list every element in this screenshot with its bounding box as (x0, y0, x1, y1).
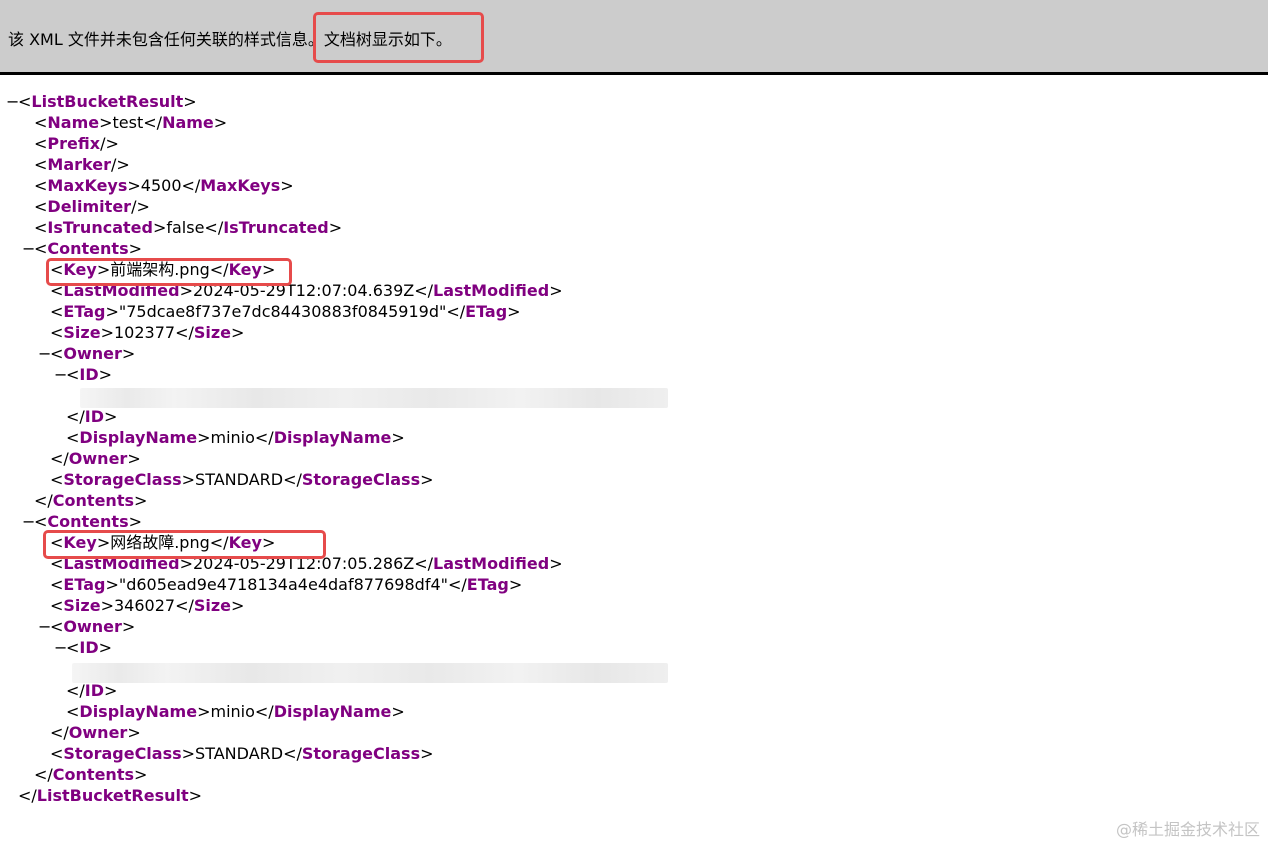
xml-id-open: −<ID> (54, 364, 113, 385)
highlight-box-key-1 (46, 258, 292, 286)
highlight-box-key-2 (43, 530, 326, 559)
storageclass-value: STANDARD (195, 744, 284, 763)
xml-tag: Contents (47, 239, 129, 258)
xml-id-open: −<ID> (54, 637, 113, 658)
xml-tag: Size (63, 596, 101, 615)
xml-tag: Owner (68, 449, 128, 468)
xml-tag: ID (79, 638, 99, 657)
xml-tag: Delimiter (47, 197, 132, 216)
xml-storageclass-line: <StorageClass>STANDARD</StorageClass> (50, 744, 434, 763)
xml-tag: Size (193, 323, 232, 342)
xml-tag: ETag (63, 302, 106, 321)
xml-tag: DisplayName (79, 702, 198, 721)
maxkeys-value: 4500 (140, 176, 182, 195)
xml-tag: ID (84, 681, 105, 700)
xml-delimiter-line: <Delimiter/> (34, 197, 150, 216)
redacted-id-value (80, 388, 668, 408)
istruncated-value: false (166, 218, 205, 237)
collapse-toggle[interactable]: − (22, 238, 35, 259)
xml-tag: Name (162, 113, 214, 132)
xml-etag-line: <ETag>"75dcae8f737e7dc84430883f0845919d"… (50, 302, 521, 321)
xml-tag: DisplayName (273, 702, 392, 721)
xml-contents-close: </Contents> (34, 491, 148, 510)
xml-maxkeys-line: <MaxKeys>4500</MaxKeys> (34, 176, 294, 195)
displayname-value: minio (210, 428, 255, 447)
xml-tag: StorageClass (301, 470, 421, 489)
xml-tag: LastModified (433, 554, 550, 573)
xml-name-line: <Name>test</Name> (34, 113, 228, 132)
collapse-toggle[interactable]: − (38, 343, 51, 364)
xml-istruncated-line: <IsTruncated>false</IsTruncated> (34, 218, 343, 237)
xml-tag: Owner (68, 723, 128, 742)
collapse-toggle[interactable]: − (38, 616, 51, 637)
xml-tag: MaxKeys (200, 176, 281, 195)
xml-storageclass-line: <StorageClass>STANDARD</StorageClass> (50, 470, 434, 489)
displayname-value: minio (210, 702, 255, 721)
xml-contents-close: </Contents> (34, 765, 148, 784)
xml-tag: ETag (63, 575, 106, 594)
collapse-toggle[interactable]: − (54, 637, 67, 658)
size-value: 346027 (113, 596, 176, 615)
xml-owner-open: −<Owner> (38, 616, 136, 637)
collapse-toggle[interactable]: − (54, 364, 67, 385)
storageclass-value: STANDARD (195, 470, 284, 489)
size-value: 102377 (113, 323, 176, 342)
xml-tag: ID (79, 365, 99, 384)
xml-tag: Size (193, 596, 232, 615)
xml-displayname-line: <DisplayName>minio</DisplayName> (66, 428, 405, 447)
xml-contents-open: −<Contents> (22, 511, 142, 532)
xml-tag: Contents (52, 491, 134, 510)
redacted-id-value (72, 663, 668, 683)
xml-tag: StorageClass (63, 744, 182, 763)
xml-tag: Name (47, 113, 100, 132)
xml-tag: StorageClass (301, 744, 421, 763)
xml-displayname-line: <DisplayName>minio</DisplayName> (66, 702, 405, 721)
xml-root-open: −<ListBucketResult> (6, 91, 197, 112)
highlight-box-document-tree (313, 12, 484, 63)
style-info-text: 该 XML 文件并未包含任何关联的样式信息。 (8, 30, 324, 49)
xml-tag: ListBucketResult (31, 92, 184, 111)
xml-tag: LastModified (433, 281, 550, 300)
xml-tag: ETag (466, 575, 509, 594)
xml-tag: ETag (465, 302, 508, 321)
xml-owner-open: −<Owner> (38, 343, 136, 364)
collapse-toggle[interactable]: − (22, 511, 35, 532)
xml-tag: DisplayName (79, 428, 198, 447)
xml-tag: Marker (47, 155, 111, 174)
xml-id-close: </ID> (66, 407, 118, 426)
xml-tag: IsTruncated (47, 218, 153, 237)
xml-tag: IsTruncated (223, 218, 329, 237)
xml-prefix-line: <Prefix/> (34, 134, 119, 153)
etag-value: "d605ead9e4718134a4e4daf877698df4" (118, 575, 448, 594)
xml-id-close: </ID> (66, 681, 118, 700)
xml-tag: Contents (47, 512, 129, 531)
xml-owner-close: </Owner> (50, 449, 141, 468)
xml-size-line: <Size>346027</Size> (50, 596, 245, 615)
xml-contents-open: −<Contents> (22, 238, 142, 259)
xml-style-info-bar: 该 XML 文件并未包含任何关联的样式信息。文档树显示如下。 (0, 0, 1268, 75)
xml-tag: DisplayName (273, 428, 392, 447)
xml-tag: Prefix (47, 134, 101, 153)
etag-value: "75dcae8f737e7dc84430883f0845919d" (118, 302, 447, 321)
xml-tag: Size (63, 323, 101, 342)
xml-owner-close: </Owner> (50, 723, 141, 742)
xml-tag: StorageClass (63, 470, 182, 489)
xml-tag: Owner (63, 617, 122, 636)
xml-tag: MaxKeys (47, 176, 128, 195)
xml-tag: Owner (63, 344, 122, 363)
xml-size-line: <Size>102377</Size> (50, 323, 245, 342)
collapse-toggle[interactable]: − (6, 91, 19, 112)
xml-tag: ListBucketResult (36, 786, 189, 805)
xml-marker-line: <Marker/> (34, 155, 130, 174)
xml-tag: Contents (52, 765, 134, 784)
name-value: test (112, 113, 144, 132)
watermark: @稀土掘金技术社区 (1115, 820, 1260, 839)
xml-etag-line: <ETag>"d605ead9e4718134a4e4daf877698df4"… (50, 575, 523, 594)
xml-tag: ID (84, 407, 105, 426)
xml-root-close: </ListBucketResult> (18, 786, 203, 805)
